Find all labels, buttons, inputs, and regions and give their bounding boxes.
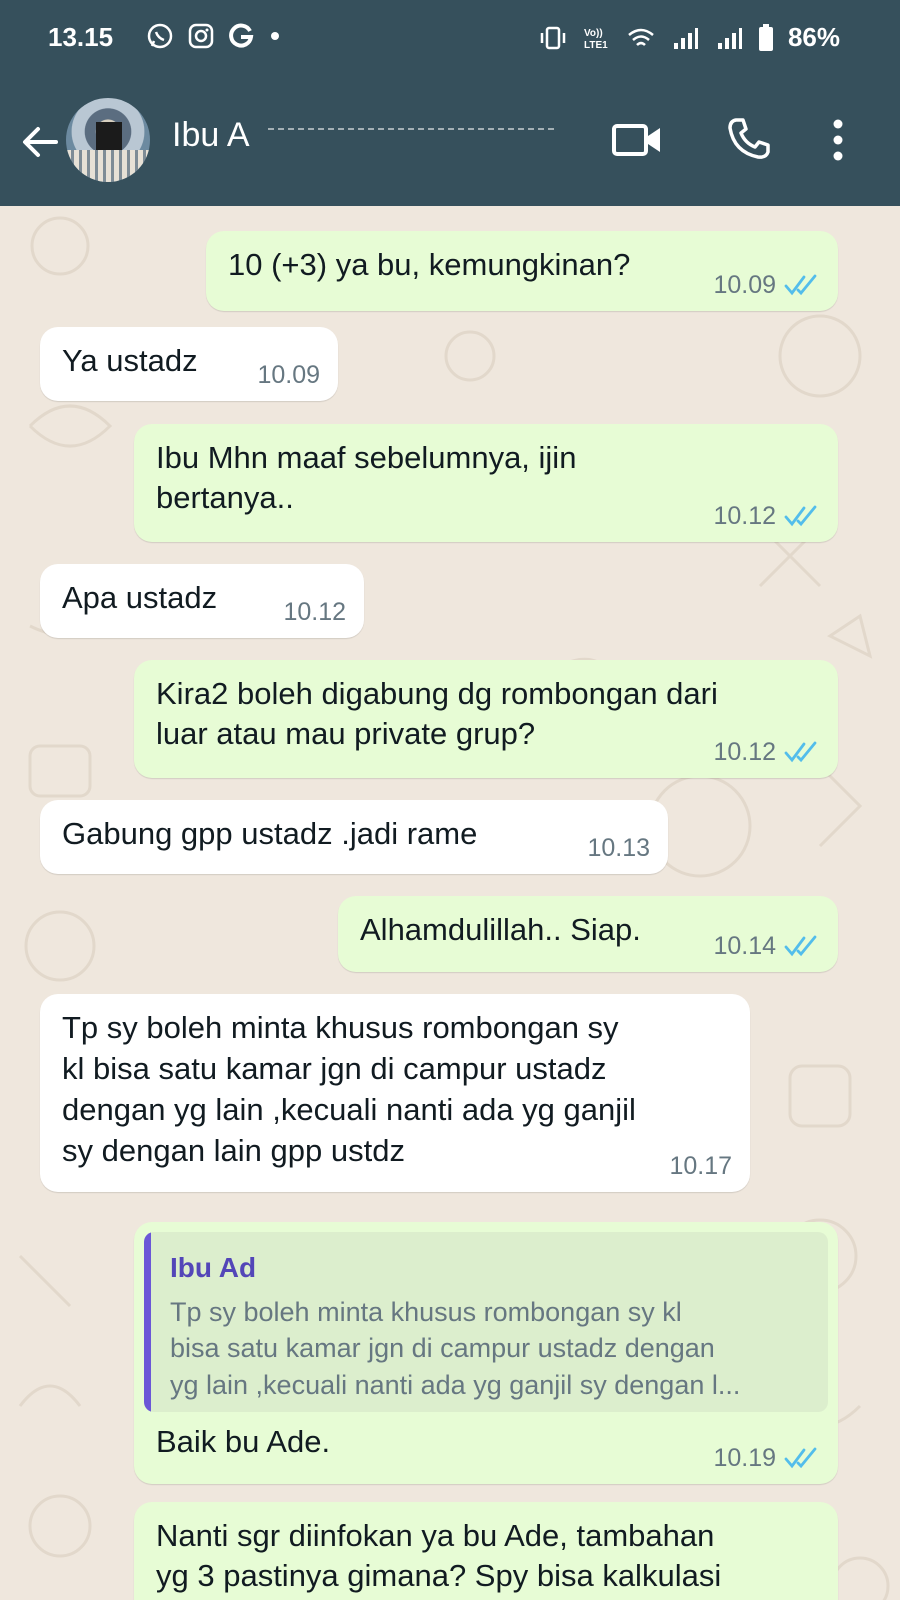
message-time: 10.12	[713, 501, 776, 530]
contact-name-obscured	[268, 128, 554, 146]
message-text: Ya ustadz	[62, 343, 198, 378]
message-outgoing[interactable]: Alhamdulillah.. Siap. 10.14	[338, 896, 838, 972]
message-text: Apa ustadz	[62, 580, 218, 615]
message-text: Nanti sgr diinfokan ya bu Ade, tambahan …	[156, 1518, 722, 1594]
message-meta: 10.19	[713, 1442, 820, 1475]
message-outgoing[interactable]: 10 (+3) ya bu, kemungkinan? 10.09	[206, 231, 838, 311]
status-time: 13.15	[48, 22, 114, 52]
signal-icon	[717, 27, 742, 49]
message-meta: 10.17	[669, 1150, 732, 1183]
message-text: Alhamdulillah.. Siap.	[360, 912, 641, 947]
read-receipt-icon	[784, 741, 817, 762]
avatar-kaaba-shape	[96, 122, 122, 152]
system-icons: Vo)) LTE1 86%	[538, 22, 840, 53]
status-bar: 13.15 Vo)) LTE1 86%	[0, 0, 900, 80]
message-meta: 10.12	[283, 596, 346, 629]
read-receipt-icon	[784, 1447, 817, 1468]
google-icon	[229, 23, 254, 48]
message-text: Ibu Mhn maaf sebelumnya, ijin bertanya..	[156, 440, 577, 516]
quote-accent-bar	[144, 1232, 151, 1412]
message-meta: 10.13	[587, 832, 650, 865]
wifi-icon	[628, 28, 654, 46]
message-incoming[interactable]: Gabung gpp ustadz .jadi rame 10.13	[40, 800, 668, 874]
message-time: 10.19	[713, 1443, 776, 1472]
message-outgoing[interactable]: Nanti sgr diinfokan ya bu Ade, tambahan …	[134, 1502, 838, 1600]
message-time: 10.12	[713, 737, 776, 766]
voice-call-icon[interactable]	[726, 116, 772, 162]
message-meta: 10.12	[713, 736, 820, 769]
avatar-crowd-shape	[66, 150, 150, 182]
contact-name[interactable]: Ibu A	[172, 116, 250, 155]
message-incoming[interactable]: Tp sy boleh minta khusus rombongan sy kl…	[40, 994, 750, 1192]
quoted-sender: Ibu Ad	[170, 1252, 257, 1283]
quoted-text: Tp sy boleh minta khusus rombongan sy kl…	[170, 1297, 741, 1400]
message-text: 10 (+3) ya bu, kemungkinan?	[228, 247, 631, 282]
message-meta: 10.12	[713, 500, 820, 533]
message-time: 10.09	[713, 270, 776, 299]
message-text: Baik bu Ade.	[156, 1424, 331, 1459]
read-receipt-icon	[784, 274, 817, 295]
battery-level: 86%	[787, 22, 840, 52]
chat-area[interactable]: 10 (+3) ya bu, kemungkinan? 10.09 Ya ust…	[0, 206, 900, 1600]
message-text: Gabung gpp ustadz .jadi rame	[62, 816, 478, 851]
message-meta: 10.14	[713, 930, 820, 963]
message-text: Tp sy boleh minta khusus rombongan sy kl…	[62, 1010, 636, 1168]
whatsapp-icon	[147, 23, 173, 49]
svg-text:LTE1: LTE1	[584, 40, 608, 51]
message-outgoing[interactable]: Ibu Mhn maaf sebelumnya, ijin bertanya..…	[134, 424, 838, 542]
back-arrow-icon[interactable]	[18, 120, 62, 164]
read-receipt-icon	[784, 935, 817, 956]
message-meta: 10.09	[257, 359, 320, 392]
message-time: 10.12	[283, 597, 346, 626]
message-incoming[interactable]: Apa ustadz 10.12	[40, 564, 364, 638]
volte-icon: Vo))LTE1	[584, 28, 608, 51]
vibrate-icon	[540, 26, 566, 49]
svg-text:Vo)): Vo))	[584, 28, 603, 39]
read-receipt-icon	[784, 505, 817, 526]
more-options-icon[interactable]	[832, 118, 844, 162]
message-time: 10.13	[587, 833, 650, 862]
signal-icon	[673, 27, 698, 49]
message-text: Kira2 boleh digabung dg rombongan dari l…	[156, 676, 718, 752]
message-time: 10.14	[713, 931, 776, 960]
message-meta: 10.09	[713, 269, 820, 302]
quoted-message[interactable]: Ibu Ad Tp sy boleh minta khusus rombonga…	[144, 1232, 828, 1412]
dot-icon	[271, 32, 279, 40]
notification-icons	[146, 22, 282, 50]
contact-avatar[interactable]	[66, 98, 150, 182]
message-time: 10.09	[257, 360, 320, 389]
message-outgoing[interactable]: Kira2 boleh digabung dg rombongan dari l…	[134, 660, 838, 778]
instagram-icon	[188, 23, 214, 49]
battery-icon	[758, 23, 773, 51]
message-time: 10.17	[669, 1151, 732, 1180]
chat-header: Ibu A	[0, 80, 900, 206]
video-call-icon[interactable]	[612, 118, 662, 162]
message-incoming[interactable]: Ya ustadz 10.09	[40, 327, 338, 401]
message-outgoing-reply[interactable]: Ibu Ad Tp sy boleh minta khusus rombonga…	[134, 1222, 838, 1484]
